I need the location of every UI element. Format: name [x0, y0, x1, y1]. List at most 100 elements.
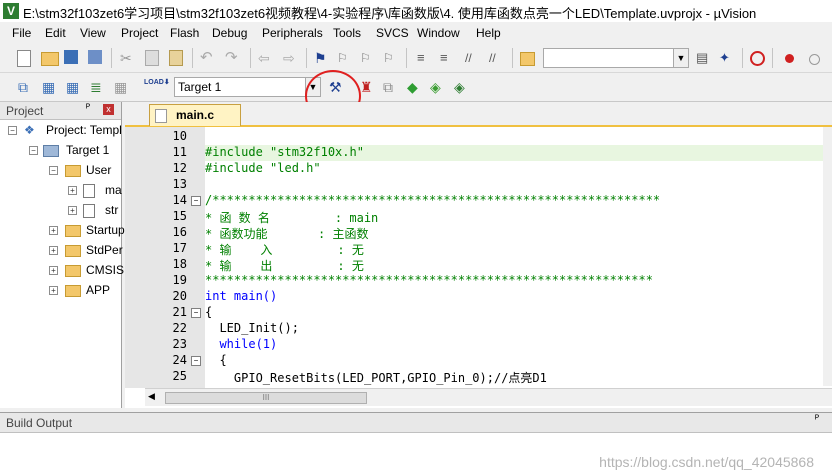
menu-peripherals[interactable]: Peripherals [262, 26, 323, 40]
code-line[interactable]: * 输 出 : 无 [205, 257, 364, 274]
line-number: 22 [172, 321, 187, 335]
menu-file[interactable]: File [12, 26, 31, 40]
pack-installer-icon[interactable]: ◈ [430, 79, 446, 95]
fold-toggle-icon[interactable]: − [191, 196, 201, 206]
expand-icon[interactable]: + [49, 246, 58, 255]
project-icon: ❖ [24, 123, 35, 137]
close-icon[interactable]: x [103, 104, 114, 115]
open-folder-icon[interactable] [41, 52, 59, 66]
editor-area: main.c 10 11 #include "stm32f10x.h" 12 #… [125, 102, 832, 408]
find-in-files-icon[interactable] [520, 52, 535, 66]
expand-icon[interactable]: + [49, 286, 58, 295]
scroll-left-icon[interactable]: ◀ [148, 391, 155, 402]
expand-icon[interactable]: + [68, 186, 77, 195]
cut-icon[interactable]: ✂ [120, 50, 136, 66]
tree-label: Startup [86, 223, 125, 237]
menu-flash[interactable]: Flash [170, 26, 199, 40]
tab-main-c[interactable]: main.c [149, 104, 241, 126]
translate-icon[interactable]: ⧉ [18, 79, 34, 95]
save-icon[interactable] [64, 50, 78, 64]
collapse-icon[interactable]: − [29, 146, 38, 155]
menu-svcs[interactable]: SVCS [376, 26, 409, 40]
menu-tools[interactable]: Tools [333, 26, 361, 40]
manage-project-items-icon[interactable]: ♜ [360, 79, 376, 95]
incremental-find-icon[interactable]: ✦ [719, 50, 735, 66]
scroll-thumb[interactable]: III [165, 392, 367, 404]
paste-icon[interactable] [169, 50, 183, 66]
code-line[interactable]: int main() [205, 289, 277, 303]
code-line[interactable]: * 函 数 名 : main [205, 209, 378, 226]
code-text: #include "stm32f10x.h" [205, 145, 364, 159]
expand-icon[interactable]: + [68, 206, 77, 215]
toolbar-separator [742, 48, 743, 68]
code-line-current[interactable]: #include "stm32f10x.h" [205, 145, 825, 161]
toolbar-separator [111, 48, 112, 68]
pin-icon[interactable]: ᴾ [86, 103, 90, 114]
clear-bookmarks-icon[interactable]: ⚐ [383, 50, 399, 66]
collapse-icon[interactable]: − [49, 166, 58, 175]
menu-help[interactable]: Help [476, 26, 501, 40]
line-number: 25 [172, 369, 187, 383]
code-line[interactable]: GPIO_ResetBits(LED_PORT,GPIO_Pin_0);//点亮… [205, 369, 547, 386]
fold-toggle-icon[interactable]: − [191, 308, 201, 318]
copy-icon[interactable] [145, 50, 159, 66]
menu-view[interactable]: View [80, 26, 106, 40]
project-pane-header: Project ᴾ x [0, 102, 121, 120]
code-line[interactable]: { [205, 305, 212, 319]
manage-run-time-icon[interactable]: ◆ [407, 79, 423, 95]
nav-forward-icon[interactable]: ⇨ [283, 50, 299, 66]
comment-icon[interactable]: // [465, 50, 481, 66]
stop-build-icon[interactable]: ▦ [114, 79, 130, 95]
menu-window[interactable]: Window [417, 26, 460, 40]
breakpoint-icon[interactable] [785, 54, 794, 63]
code-line[interactable]: { [205, 353, 226, 367]
line-number: 10 [172, 129, 187, 143]
undo-icon[interactable]: ↶ [200, 50, 216, 66]
code-line[interactable]: /***************************************… [205, 193, 825, 207]
build-icon[interactable]: ▦ [42, 79, 58, 95]
prev-bookmark-icon[interactable]: ⚐ [337, 50, 353, 66]
redo-icon[interactable]: ↷ [225, 50, 241, 66]
unindent-icon[interactable]: ≡ [440, 50, 456, 66]
select-packs-icon[interactable]: ⧉ [383, 79, 399, 95]
debug-session-icon[interactable] [750, 51, 765, 66]
code-line[interactable]: #include "led.h" [205, 161, 321, 175]
folder-icon [65, 245, 81, 257]
expand-icon[interactable]: + [49, 266, 58, 275]
nav-back-icon[interactable]: ⇦ [258, 50, 274, 66]
menu-project[interactable]: Project [121, 26, 158, 40]
code-line[interactable]: LED_Init(); [205, 321, 298, 335]
file-toolbar: ✂ ↶ ↷ ⇦ ⇨ ⚑ ⚐ ⚐ ⚐ ≡ ≡ // // ▼ ▤ ✦ [0, 44, 832, 73]
code-text: #include "led.h" [205, 161, 321, 175]
disable-breakpoint-icon[interactable] [809, 54, 820, 65]
software-packs-icon[interactable]: ◈ [454, 79, 470, 95]
code-line[interactable]: while(1) [205, 337, 277, 351]
bookmark-icon[interactable]: ⚑ [314, 50, 330, 66]
chevron-down-icon[interactable]: ▼ [673, 49, 688, 67]
target-select[interactable]: Target 1 ▼ [174, 77, 321, 97]
code-line[interactable]: * 输 入 : 无 [205, 241, 364, 258]
next-bookmark-icon[interactable]: ⚐ [360, 50, 376, 66]
expand-icon[interactable]: + [49, 226, 58, 235]
line-number: 17 [172, 241, 187, 255]
new-file-icon[interactable] [17, 50, 31, 67]
indent-icon[interactable]: ≡ [417, 50, 433, 66]
download-icon[interactable]: LOAD⬇ [144, 79, 170, 95]
vertical-scrollbar[interactable] [823, 127, 832, 386]
code-line[interactable]: ****************************************… [205, 273, 825, 287]
code-text: * 输 入 : 无 [205, 243, 364, 257]
code-line[interactable]: * 函数功能 : 主函数 [205, 225, 368, 242]
batch-build-icon[interactable]: ≣ [90, 79, 106, 95]
find-combo[interactable]: ▼ [543, 48, 689, 68]
line-number: 13 [172, 177, 187, 191]
collapse-icon[interactable]: − [8, 126, 17, 135]
save-all-icon[interactable] [88, 50, 102, 64]
menu-edit[interactable]: Edit [45, 26, 66, 40]
horizontal-scrollbar[interactable]: ◀ III [145, 388, 832, 406]
find-icon[interactable]: ▤ [696, 50, 712, 66]
fold-toggle-icon[interactable]: − [191, 356, 201, 366]
rebuild-icon[interactable]: ▦ [66, 79, 82, 95]
uncomment-icon[interactable]: // [489, 50, 505, 66]
pin-icon[interactable]: ᴾ [815, 414, 819, 425]
menu-debug[interactable]: Debug [212, 26, 247, 40]
